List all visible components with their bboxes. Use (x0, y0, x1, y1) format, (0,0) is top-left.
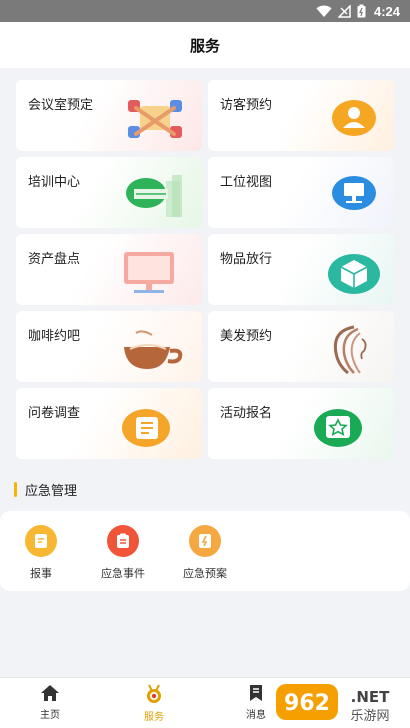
emergency-panel: 报事 应急事件 应急预案 (0, 511, 410, 591)
service-grid: 会议室预定 访客预约 培训中心 工位视图 资产盘点 物品放行 咖啡约吧 美发预约… (16, 80, 394, 459)
meeting-room-icon (128, 100, 182, 138)
service-card-coffee[interactable]: 咖啡约吧 (16, 311, 202, 382)
status-bar: 4:24 (0, 0, 410, 22)
service-card-item-release[interactable]: 物品放行 (208, 234, 394, 305)
workstation-icon (332, 176, 376, 210)
service-label: 物品放行 (220, 251, 273, 266)
activity-icon (314, 409, 362, 447)
section-accent-bar (14, 481, 17, 497)
emergency-item-report[interactable]: 报事 (6, 525, 76, 581)
home-icon (41, 685, 59, 701)
message-icon (250, 685, 262, 701)
status-time: 4:24 (373, 3, 400, 19)
emergency-item-incident[interactable]: 应急事件 (88, 525, 158, 581)
wifi-icon (316, 5, 332, 18)
service-label: 咖啡约吧 (28, 328, 81, 343)
emergency-item-label: 应急事件 (101, 568, 145, 580)
coffee-icon (124, 330, 183, 369)
battery-icon (357, 4, 366, 18)
service-card-visitor[interactable]: 访客预约 (208, 80, 394, 151)
service-label: 美发预约 (220, 328, 273, 343)
service-label: 会议室预定 (28, 97, 94, 112)
service-label: 资产盘点 (28, 251, 81, 266)
emergency-item-plan[interactable]: 应急预案 (170, 525, 240, 581)
training-icon (126, 175, 182, 217)
tab-service[interactable]: 服务 (124, 684, 184, 723)
service-card-hairdressing[interactable]: 美发预约 (208, 311, 394, 382)
service-label: 工位视图 (220, 174, 273, 189)
report-icon (25, 525, 57, 557)
tab-label: 主页 (40, 710, 60, 721)
watermark-suffix: .NET (351, 688, 390, 706)
no-signal-icon (337, 4, 351, 18)
service-card-survey[interactable]: 问卷调查 (16, 388, 202, 459)
service-card-training[interactable]: 培训中心 (16, 157, 202, 228)
watermark-sub: 乐游网 (350, 709, 389, 724)
service-label: 问卷调查 (28, 405, 81, 420)
service-medal-icon (147, 684, 161, 703)
incident-icon (107, 525, 139, 557)
tab-label: 服务 (144, 712, 164, 723)
app-bar: 服务 (0, 22, 410, 68)
page-title: 服务 (189, 37, 220, 55)
service-label: 访客预约 (220, 97, 273, 112)
service-card-asset[interactable]: 资产盘点 (16, 234, 202, 305)
emergency-item-label: 报事 (30, 568, 52, 580)
service-label: 活动报名 (220, 405, 273, 420)
emergency-item-label: 应急预案 (183, 568, 227, 580)
tab-label: 消息 (246, 710, 266, 721)
plan-icon (189, 525, 221, 557)
asset-icon (124, 252, 174, 293)
emergency-section-title: 应急管理 (14, 480, 77, 498)
survey-icon (122, 409, 170, 447)
hairdressing-icon (333, 325, 367, 375)
tab-home[interactable]: 主页 (20, 684, 80, 721)
watermark-brand: 962 (284, 691, 330, 716)
service-card-activity[interactable]: 活动报名 (208, 388, 394, 459)
section-title-text: 应急管理 (25, 482, 78, 498)
watermark-logo: 962 .NET 乐游网 (276, 684, 390, 724)
service-card-meeting-room[interactable]: 会议室预定 (16, 80, 202, 151)
service-label: 培训中心 (28, 174, 81, 189)
visitor-icon (332, 100, 376, 136)
service-card-workstation[interactable]: 工位视图 (208, 157, 394, 228)
item-release-icon (328, 254, 380, 294)
